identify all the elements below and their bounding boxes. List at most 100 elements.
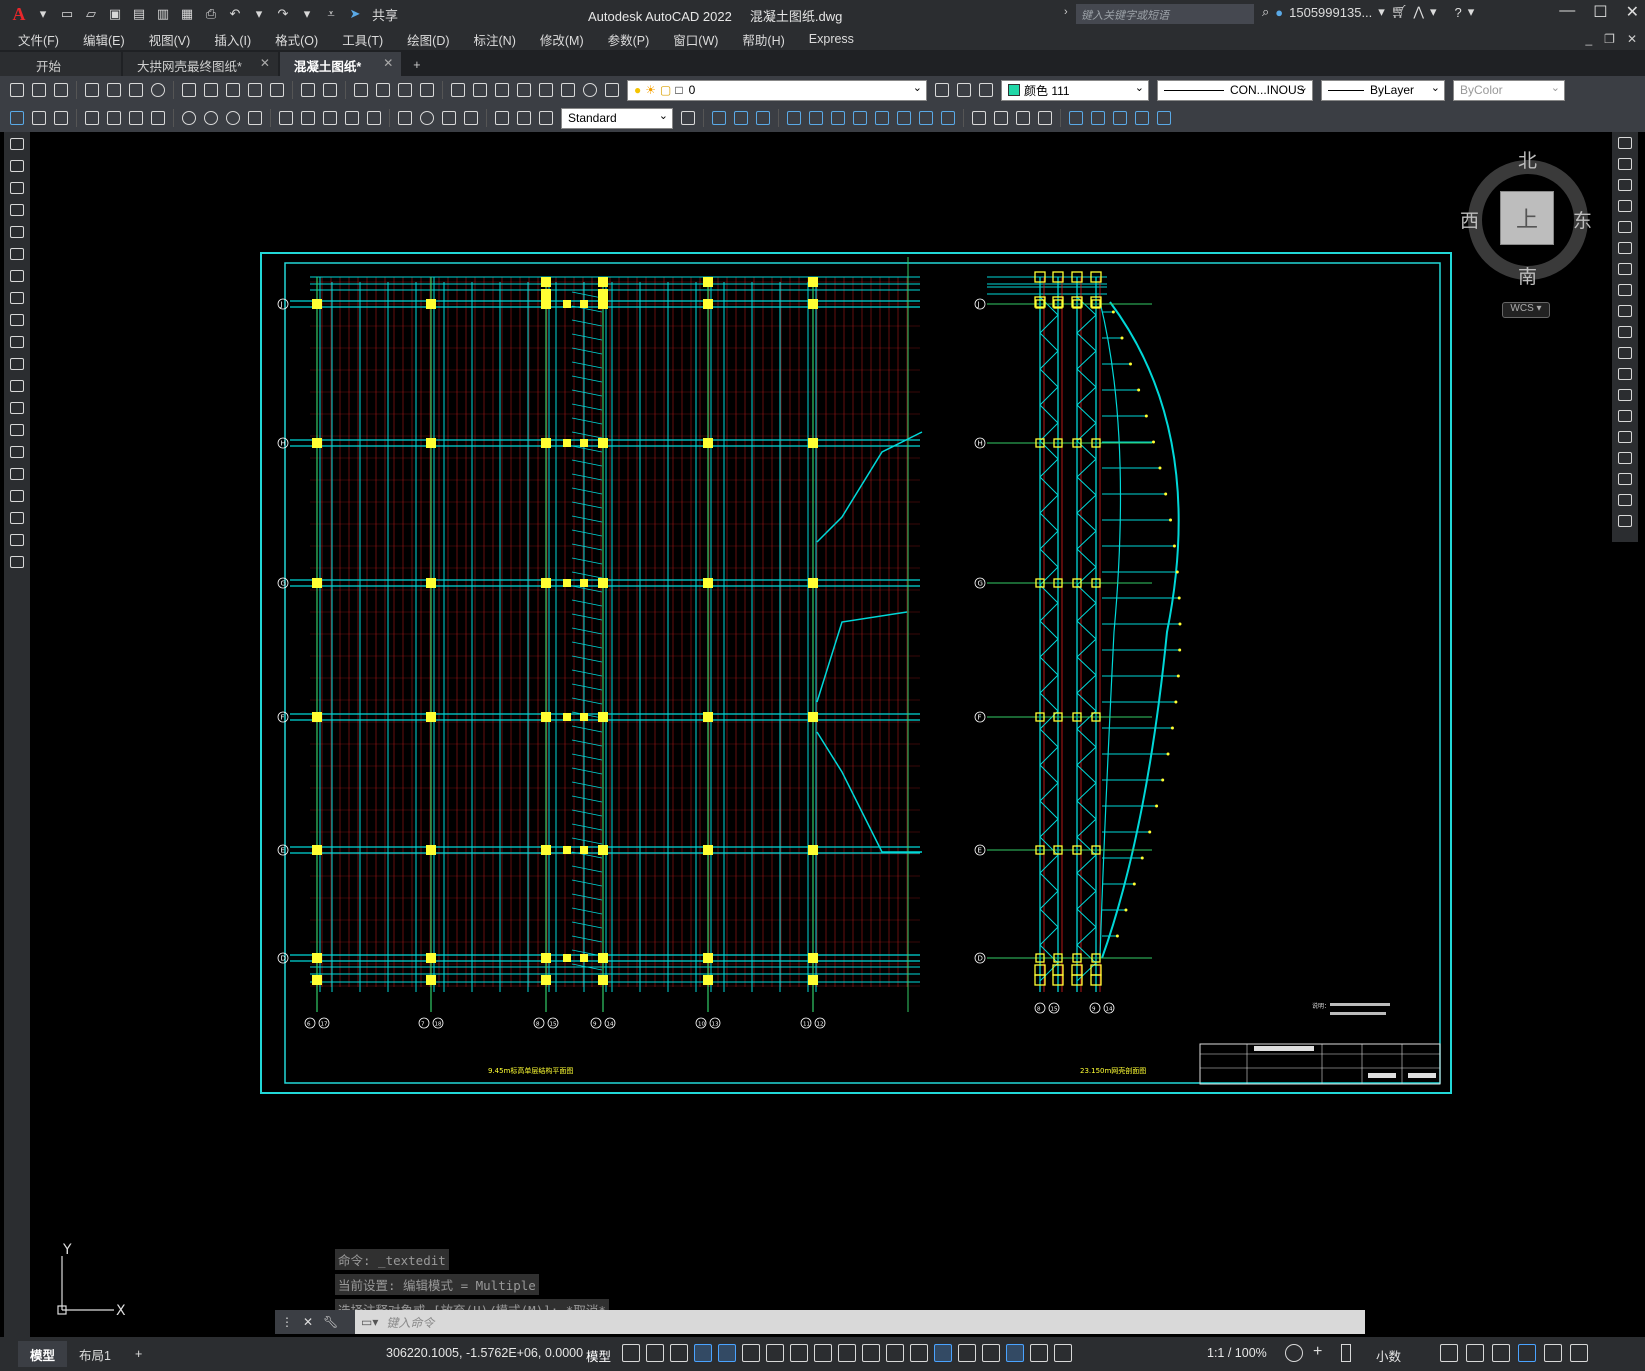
3d-print-icon[interactable] — [148, 80, 168, 100]
publish-icon[interactable]: ▦ — [176, 3, 198, 25]
model-space-button[interactable]: 模型 — [586, 1346, 611, 1365]
zoom-previous-icon[interactable] — [417, 80, 437, 100]
extrude-icon[interactable] — [784, 108, 804, 128]
cart-icon[interactable]: 🛒︎ — [1391, 4, 1408, 20]
dim-text-edit-icon[interactable] — [514, 108, 534, 128]
command-input[interactable]: 键入命令 — [386, 1314, 434, 1331]
undo-dropdown-icon[interactable]: ▾ — [248, 3, 270, 25]
floor-plan[interactable]: J H G F E D 6 17 7 18 8 15 9 14 10 13 11 12 — [277, 257, 923, 1029]
pan-icon[interactable] — [351, 80, 371, 100]
menu-modify[interactable]: 修改(M) — [528, 30, 596, 49]
polygon-icon[interactable] — [6, 200, 28, 220]
arc-icon[interactable] — [6, 244, 28, 264]
add-layout-button[interactable]: + — [123, 1341, 154, 1367]
dim-update-icon[interactable] — [536, 108, 556, 128]
new-icon[interactable] — [7, 80, 27, 100]
close-tab-icon[interactable]: ✕ — [260, 56, 270, 70]
construction-line-icon[interactable] — [6, 156, 28, 176]
space-icon[interactable] — [342, 108, 362, 128]
autodesk-app-icon[interactable]: ⋀ — [1413, 4, 1424, 20]
sweep-icon[interactable] — [828, 108, 848, 128]
wcs-menu[interactable]: WCS ▾ — [1502, 302, 1550, 318]
new-file-icon[interactable]: ▭ — [56, 3, 78, 25]
rotate-icon[interactable] — [1614, 259, 1636, 279]
zoom-realtime-icon[interactable] — [373, 80, 393, 100]
graphics-performance-icon[interactable] — [1518, 1344, 1536, 1362]
user-name[interactable]: 1505999135... — [1289, 5, 1372, 20]
transparency-icon[interactable] — [862, 1344, 880, 1362]
table-icon[interactable] — [6, 508, 28, 528]
offset-icon[interactable] — [1614, 196, 1636, 216]
close-tab-icon[interactable]: ✕ — [383, 56, 393, 70]
break-icon[interactable] — [364, 108, 384, 128]
continue-icon[interactable] — [320, 108, 340, 128]
viewcube-top-face[interactable]: 上 — [1500, 191, 1554, 245]
color-dropdown[interactable]: 颜色 111 — [1001, 79, 1149, 101]
polar-icon[interactable] — [742, 1344, 760, 1362]
chamfer-icon[interactable] — [1614, 427, 1636, 447]
markup-icon[interactable] — [536, 80, 556, 100]
edit-polyline-icon[interactable] — [1614, 511, 1636, 531]
layer-previous-icon[interactable] — [954, 80, 974, 100]
erase-icon[interactable] — [1614, 133, 1636, 153]
copy-icon[interactable] — [201, 80, 221, 100]
menu-insert[interactable]: 插入(I) — [202, 30, 263, 49]
baseline-icon[interactable] — [298, 108, 318, 128]
layer-dropdown[interactable]: ● ☀ ▢ □ 0 — [627, 79, 927, 101]
make-current-layer-icon[interactable] — [932, 80, 952, 100]
tab-model[interactable]: 模型 — [18, 1341, 68, 1367]
thicken-icon[interactable] — [991, 108, 1011, 128]
customization-icon[interactable] — [1570, 1344, 1588, 1362]
design-center-icon[interactable] — [470, 80, 490, 100]
lock-ui-icon[interactable] — [1466, 1344, 1484, 1362]
presspull-icon[interactable] — [806, 108, 826, 128]
inspection-icon[interactable] — [439, 108, 459, 128]
point-icon[interactable] — [6, 420, 28, 440]
block-icon[interactable] — [29, 108, 49, 128]
quick-properties-icon[interactable] — [1440, 1344, 1458, 1362]
properties-icon[interactable] — [448, 80, 468, 100]
tab-start[interactable]: 开始 — [0, 52, 122, 76]
auto-scale-icon[interactable] — [1030, 1344, 1048, 1362]
redo-dropdown-icon[interactable]: ▾ — [296, 3, 318, 25]
save-icon[interactable] — [51, 80, 71, 100]
search-input[interactable]: 键入关键字或短语 — [1076, 4, 1254, 24]
fillet-icon[interactable] — [1614, 448, 1636, 468]
sheet-set-icon[interactable] — [514, 80, 534, 100]
menu-express[interactable]: Express — [797, 32, 866, 46]
compass-west[interactable]: 西 — [1460, 206, 1479, 233]
help-icon[interactable] — [580, 80, 600, 100]
share-label[interactable]: 共享 — [372, 5, 398, 24]
maximize-button[interactable]: ☐ — [1593, 2, 1607, 22]
annotation-scale[interactable]: 1:1 / 100% — [1207, 1346, 1267, 1360]
block-editor-icon[interactable] — [267, 80, 287, 100]
extract-edges-icon[interactable] — [1013, 108, 1033, 128]
array-icon[interactable] — [1614, 217, 1636, 237]
dimstyle-manager-icon[interactable] — [678, 108, 698, 128]
section-view[interactable]: J H G F E D 8 15 9 14 — [974, 271, 1182, 1014]
search-icon[interactable]: ⌕ — [1262, 4, 1269, 20]
isolate-objects-icon[interactable] — [1492, 1344, 1510, 1362]
selection-cycling-icon[interactable] — [886, 1344, 904, 1362]
user-icon[interactable]: ● — [1275, 5, 1283, 20]
quick-dim-icon[interactable] — [276, 108, 296, 128]
coordinates-readout[interactable]: 306220.1005, -1.5762E+06, 0.0000 — [386, 1346, 583, 1360]
save-as-icon[interactable]: ▤ — [128, 3, 150, 25]
ordinate-icon[interactable] — [148, 108, 168, 128]
minimize-button[interactable]: — — [1559, 2, 1575, 22]
revision-cloud-icon[interactable] — [6, 288, 28, 308]
doc-minimize-icon[interactable]: _ — [1585, 32, 1592, 46]
compass-east[interactable]: 东 — [1573, 206, 1592, 233]
spline-icon[interactable] — [6, 310, 28, 330]
stretch-icon[interactable] — [1614, 301, 1636, 321]
lineweight-dropdown[interactable]: ByLayer — [1321, 79, 1445, 101]
menu-view[interactable]: 视图(V) — [137, 30, 203, 49]
plot-icon[interactable] — [82, 80, 102, 100]
tool-palettes-icon[interactable] — [492, 80, 512, 100]
subtract-icon[interactable] — [916, 108, 936, 128]
ellipse-arc-icon[interactable] — [6, 354, 28, 374]
quick-select-icon[interactable] — [7, 108, 27, 128]
paste-icon[interactable] — [223, 80, 243, 100]
copy-icon[interactable] — [1614, 154, 1636, 174]
dimstyle-dropdown[interactable]: Standard — [561, 107, 673, 129]
